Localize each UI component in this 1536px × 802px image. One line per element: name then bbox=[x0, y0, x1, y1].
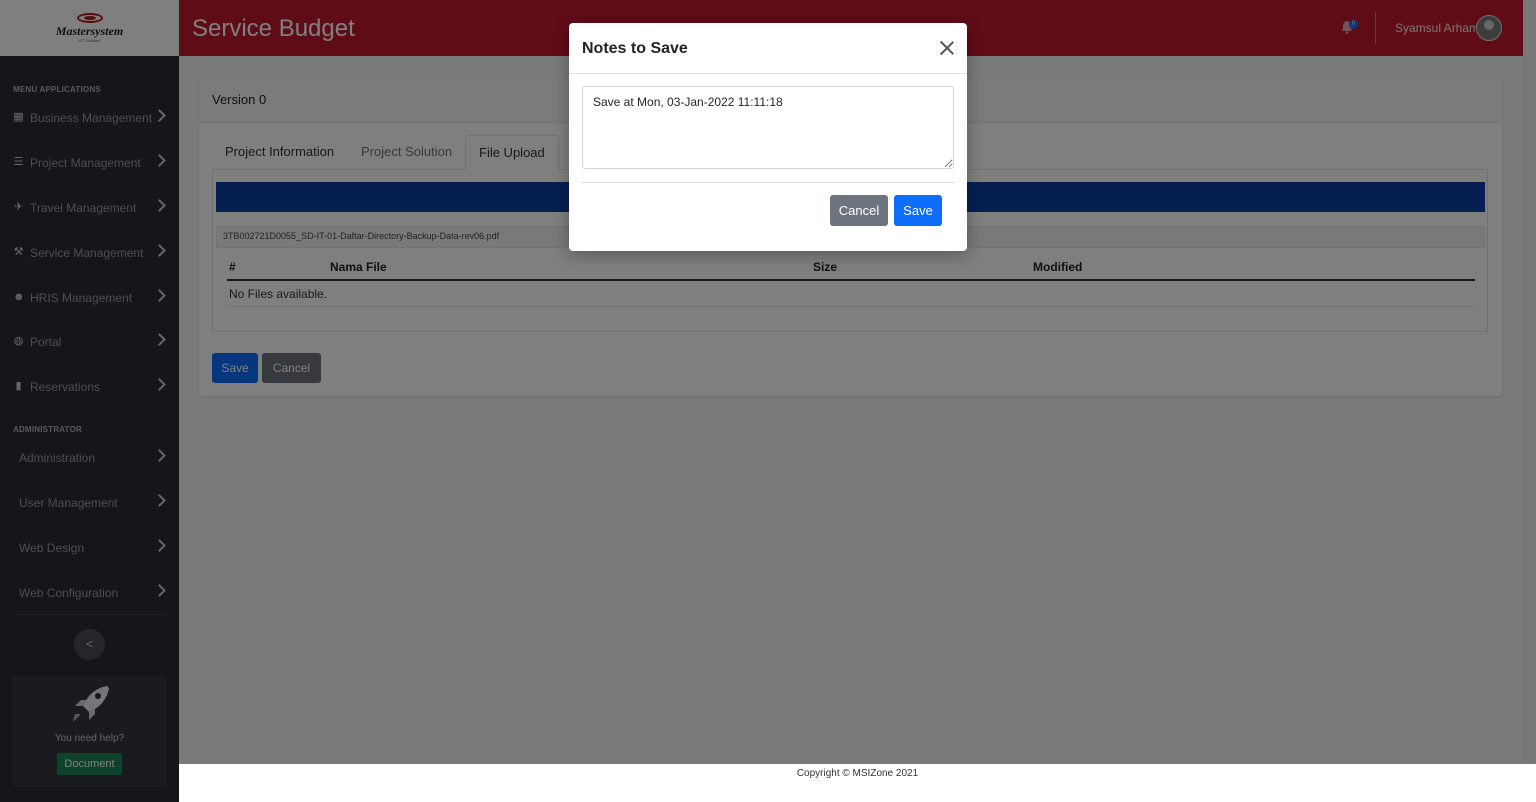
notes-modal: Notes to Save Save at Mon, 03-Jan-2022 1… bbox=[569, 23, 967, 251]
modal-cancel-button[interactable]: Cancel bbox=[830, 195, 888, 226]
modal-backdrop-sidebar-bottom bbox=[0, 764, 179, 802]
modal-title: Notes to Save bbox=[582, 40, 688, 57]
modal-footer-divider bbox=[582, 182, 954, 183]
close-icon[interactable] bbox=[939, 40, 955, 56]
modal-save-button[interactable]: Save bbox=[894, 195, 942, 226]
modal-header: Notes to Save bbox=[569, 23, 967, 74]
notes-textarea[interactable]: Save at Mon, 03-Jan-2022 11:11:18 bbox=[582, 86, 954, 169]
copyright-text: Copyright © MSIZone 2021 bbox=[796, 768, 919, 779]
footer: Copyright © MSIZone 2021 bbox=[179, 764, 1536, 802]
